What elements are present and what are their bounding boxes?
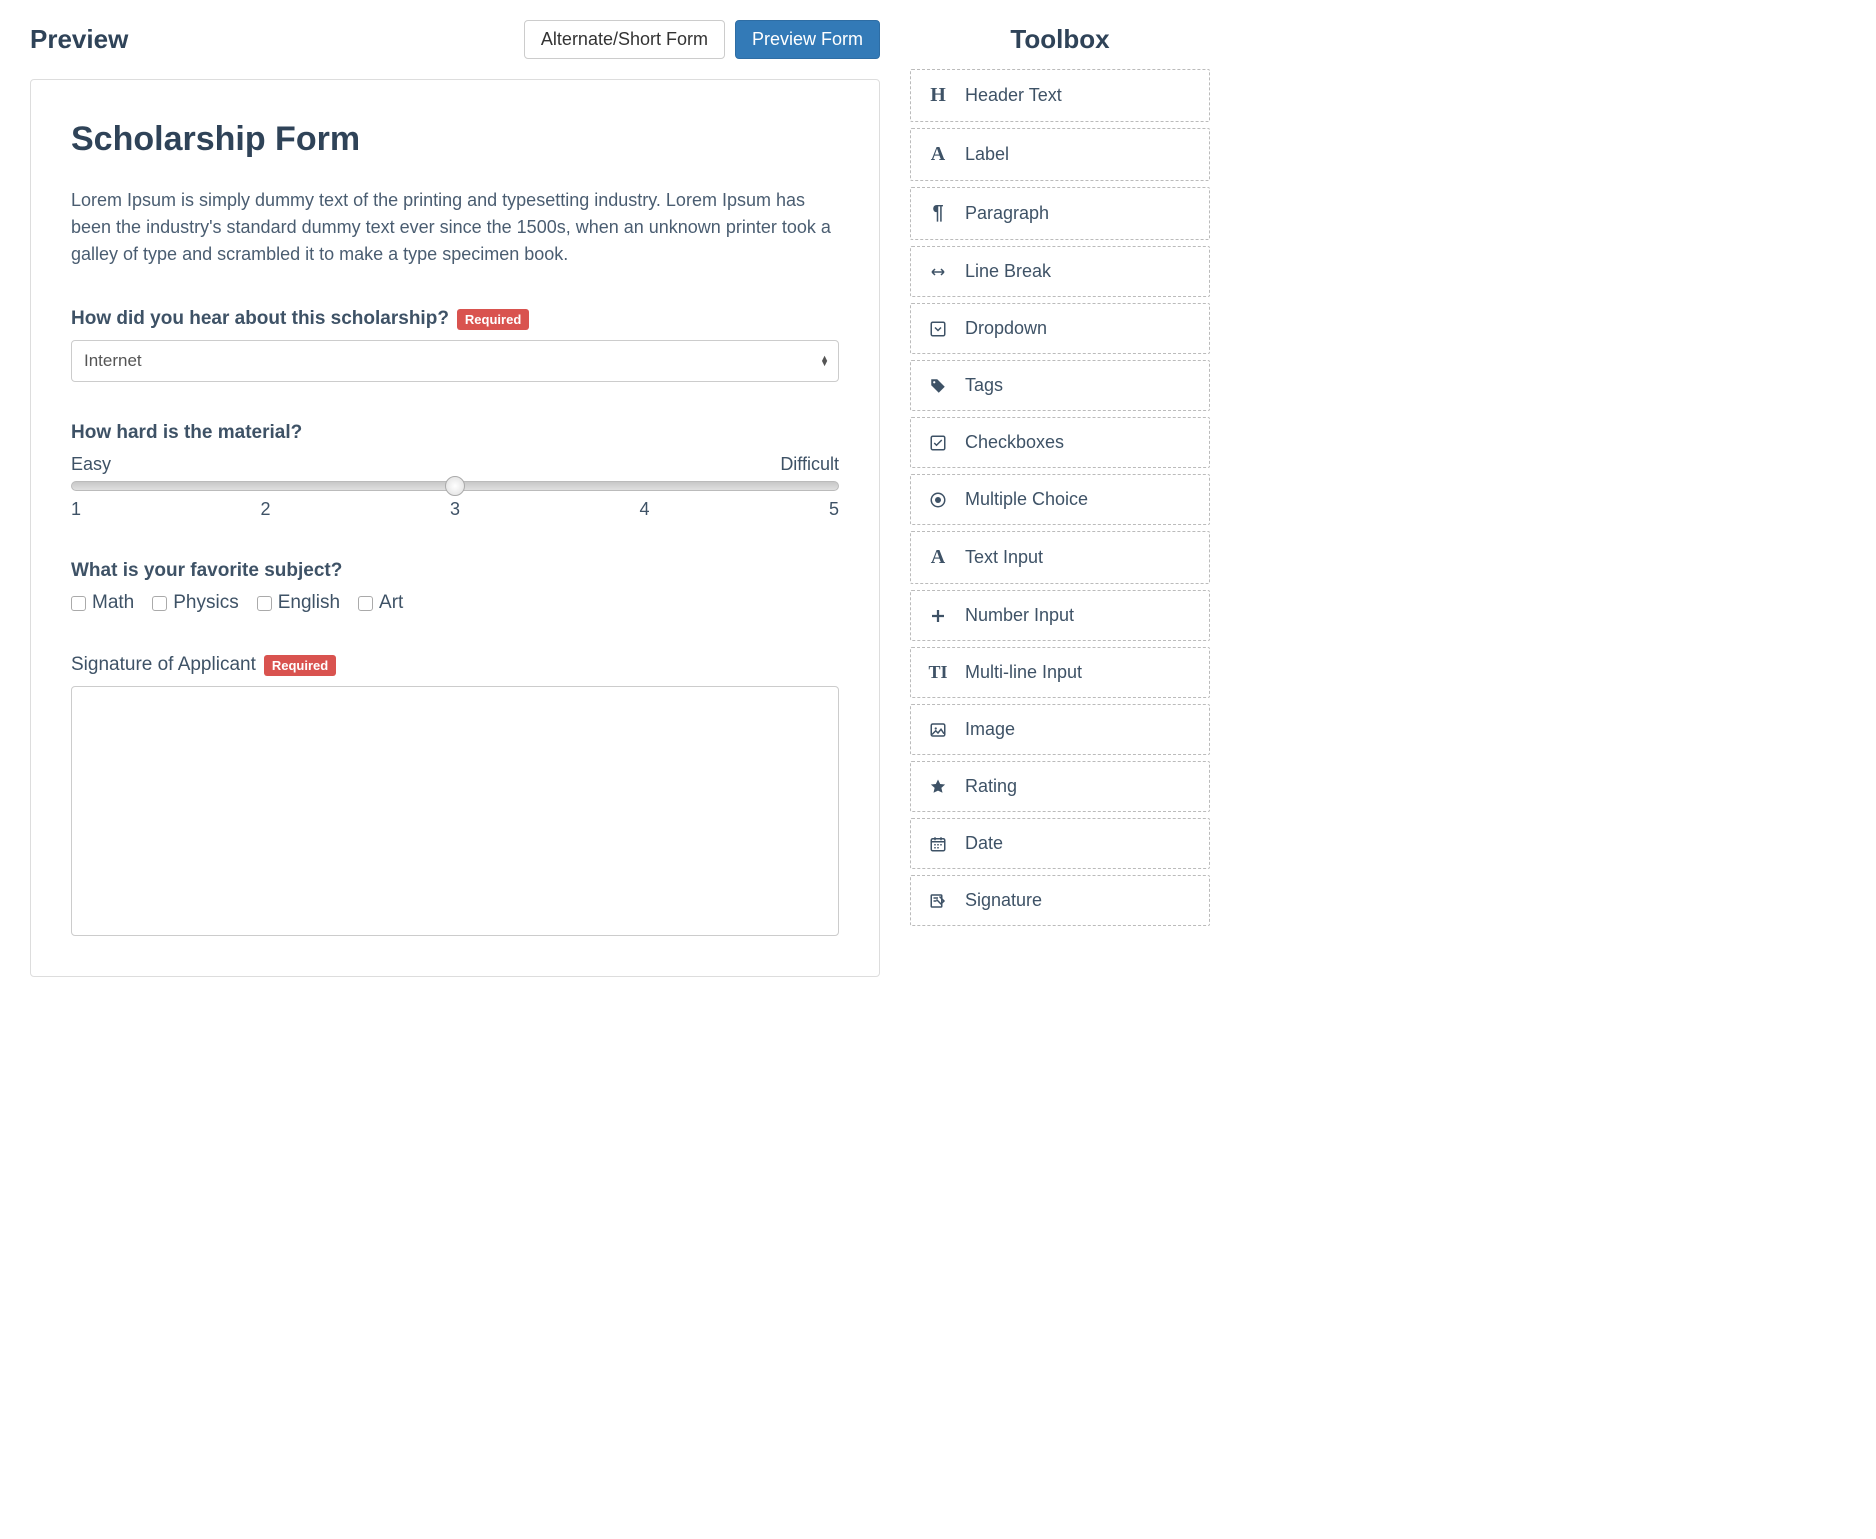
signature-icon xyxy=(927,892,949,910)
checkboxes-icon xyxy=(927,434,949,452)
linebreak-icon xyxy=(927,263,949,281)
checkbox-label: Art xyxy=(379,592,403,614)
required-badge: Required xyxy=(457,309,529,330)
field-difficulty: How hard is the material? Easy Difficult… xyxy=(71,422,839,520)
dropdown-icon xyxy=(927,320,949,338)
checkbox-english[interactable]: English xyxy=(257,592,340,614)
toolbox-item-multiline[interactable]: TI Multi-line Input xyxy=(910,647,1210,698)
toolbox-item-label: Signature xyxy=(965,890,1042,911)
page-title: Preview xyxy=(30,24,128,55)
checkbox-art[interactable]: Art xyxy=(358,592,403,614)
field-label: How did you hear about this scholarship?… xyxy=(71,308,839,330)
toolbox-item-label: Header Text xyxy=(965,85,1062,106)
checkbox-box-icon xyxy=(71,596,86,611)
toolbox-item-label: Text Input xyxy=(965,547,1043,568)
label-icon: A xyxy=(927,143,949,166)
required-badge: Required xyxy=(264,655,336,676)
field-how-hear: How did you hear about this scholarship?… xyxy=(71,308,839,382)
slider-label-right: Difficult xyxy=(780,454,839,475)
slider-tick: 4 xyxy=(639,499,649,520)
toolbox-item-tags[interactable]: Tags xyxy=(910,360,1210,411)
toolbox-title: Toolbox xyxy=(910,24,1210,55)
toolbox-list: H Header Text A Label ¶ Paragraph Line Break Dr… xyxy=(910,69,1210,926)
toolbox-item-label: Date xyxy=(965,833,1003,854)
toolbox-item-numberinput[interactable]: Number Input xyxy=(910,590,1210,641)
toolbox-item-linebreak[interactable]: Line Break xyxy=(910,246,1210,297)
multiline-icon: TI xyxy=(927,662,949,683)
toolbox-item-date[interactable]: Date xyxy=(910,818,1210,869)
rating-icon xyxy=(927,778,949,796)
header-row: Preview Alternate/Short Form Preview For… xyxy=(30,20,880,59)
slider-end-labels: Easy Difficult xyxy=(71,454,839,475)
form-description: Lorem Ipsum is simply dummy text of the … xyxy=(71,187,839,268)
difficulty-slider[interactable] xyxy=(71,481,839,491)
toolbox-item-dropdown[interactable]: Dropdown xyxy=(910,303,1210,354)
toolbox-item-label: Line Break xyxy=(965,261,1051,282)
header-icon: H xyxy=(927,84,949,107)
toolbox-item-label: Tags xyxy=(965,375,1003,396)
toolbox-item-paragraph[interactable]: ¶ Paragraph xyxy=(910,187,1210,240)
toolbox-item-image[interactable]: Image xyxy=(910,704,1210,755)
slider-tick: 3 xyxy=(450,499,460,520)
form-title: Scholarship Form xyxy=(71,120,839,159)
slider-ticks: 1 2 3 4 5 xyxy=(71,499,839,520)
checkbox-math[interactable]: Math xyxy=(71,592,134,614)
toolbox-item-label: Dropdown xyxy=(965,318,1047,339)
alternate-form-button[interactable]: Alternate/Short Form xyxy=(524,20,725,59)
toolbox-item-label: Checkboxes xyxy=(965,432,1064,453)
textinput-icon: A xyxy=(927,546,949,569)
checkbox-box-icon xyxy=(257,596,272,611)
slider-tick: 1 xyxy=(71,499,81,520)
toolbox-item-label: Image xyxy=(965,719,1015,740)
toolbox-item-checkboxes[interactable]: Checkboxes xyxy=(910,417,1210,468)
multiplechoice-icon xyxy=(927,491,949,509)
field-label-text: How did you hear about this scholarship? xyxy=(71,308,449,330)
toolbox-item-label[interactable]: A Label xyxy=(910,128,1210,181)
field-label-text: Signature of Applicant xyxy=(71,654,256,676)
toolbox-item-multiplechoice[interactable]: Multiple Choice xyxy=(910,474,1210,525)
toolbox-item-label: Paragraph xyxy=(965,203,1049,224)
signature-input[interactable] xyxy=(71,686,839,936)
paragraph-icon: ¶ xyxy=(927,202,949,225)
header-buttons: Alternate/Short Form Preview Form xyxy=(524,20,880,59)
checkbox-box-icon xyxy=(358,596,373,611)
checkbox-label: English xyxy=(278,592,340,614)
toolbox-item-header[interactable]: H Header Text xyxy=(910,69,1210,122)
field-label: What is your favorite subject? xyxy=(71,560,839,582)
dropdown-wrapper: ▲▼ xyxy=(71,340,839,382)
toolbox-item-label: Multiple Choice xyxy=(965,489,1088,510)
toolbox-item-rating[interactable]: Rating xyxy=(910,761,1210,812)
slider-label-left: Easy xyxy=(71,454,111,475)
toolbox-item-signature[interactable]: Signature xyxy=(910,875,1210,926)
checkbox-label: Math xyxy=(92,592,134,614)
tags-icon xyxy=(927,377,949,395)
form-preview-panel: Scholarship Form Lorem Ipsum is simply d… xyxy=(30,79,880,977)
field-label-text: How hard is the material? xyxy=(71,422,302,444)
checkbox-box-icon xyxy=(152,596,167,611)
slider-tick: 2 xyxy=(260,499,270,520)
preview-form-button[interactable]: Preview Form xyxy=(735,20,880,59)
field-label-text: What is your favorite subject? xyxy=(71,560,342,582)
checkbox-label: Physics xyxy=(173,592,238,614)
checkbox-row: Math Physics English Art xyxy=(71,592,839,614)
dropdown-how-hear[interactable] xyxy=(71,340,839,382)
field-favorite-subject: What is your favorite subject? Math Phys… xyxy=(71,560,839,614)
field-label: Signature of Applicant Required xyxy=(71,654,839,676)
image-icon xyxy=(927,721,949,739)
checkbox-physics[interactable]: Physics xyxy=(152,592,238,614)
field-label: How hard is the material? xyxy=(71,422,839,444)
toolbox-item-textinput[interactable]: A Text Input xyxy=(910,531,1210,584)
toolbox-item-label: Rating xyxy=(965,776,1017,797)
toolbox-item-label: Multi-line Input xyxy=(965,662,1082,683)
field-signature: Signature of Applicant Required xyxy=(71,654,839,936)
toolbox-item-label: Label xyxy=(965,144,1009,165)
toolbox-item-label: Number Input xyxy=(965,605,1074,626)
slider-tick: 5 xyxy=(829,499,839,520)
numberinput-icon xyxy=(927,607,949,625)
slider-thumb[interactable] xyxy=(445,476,465,496)
date-icon xyxy=(927,835,949,853)
